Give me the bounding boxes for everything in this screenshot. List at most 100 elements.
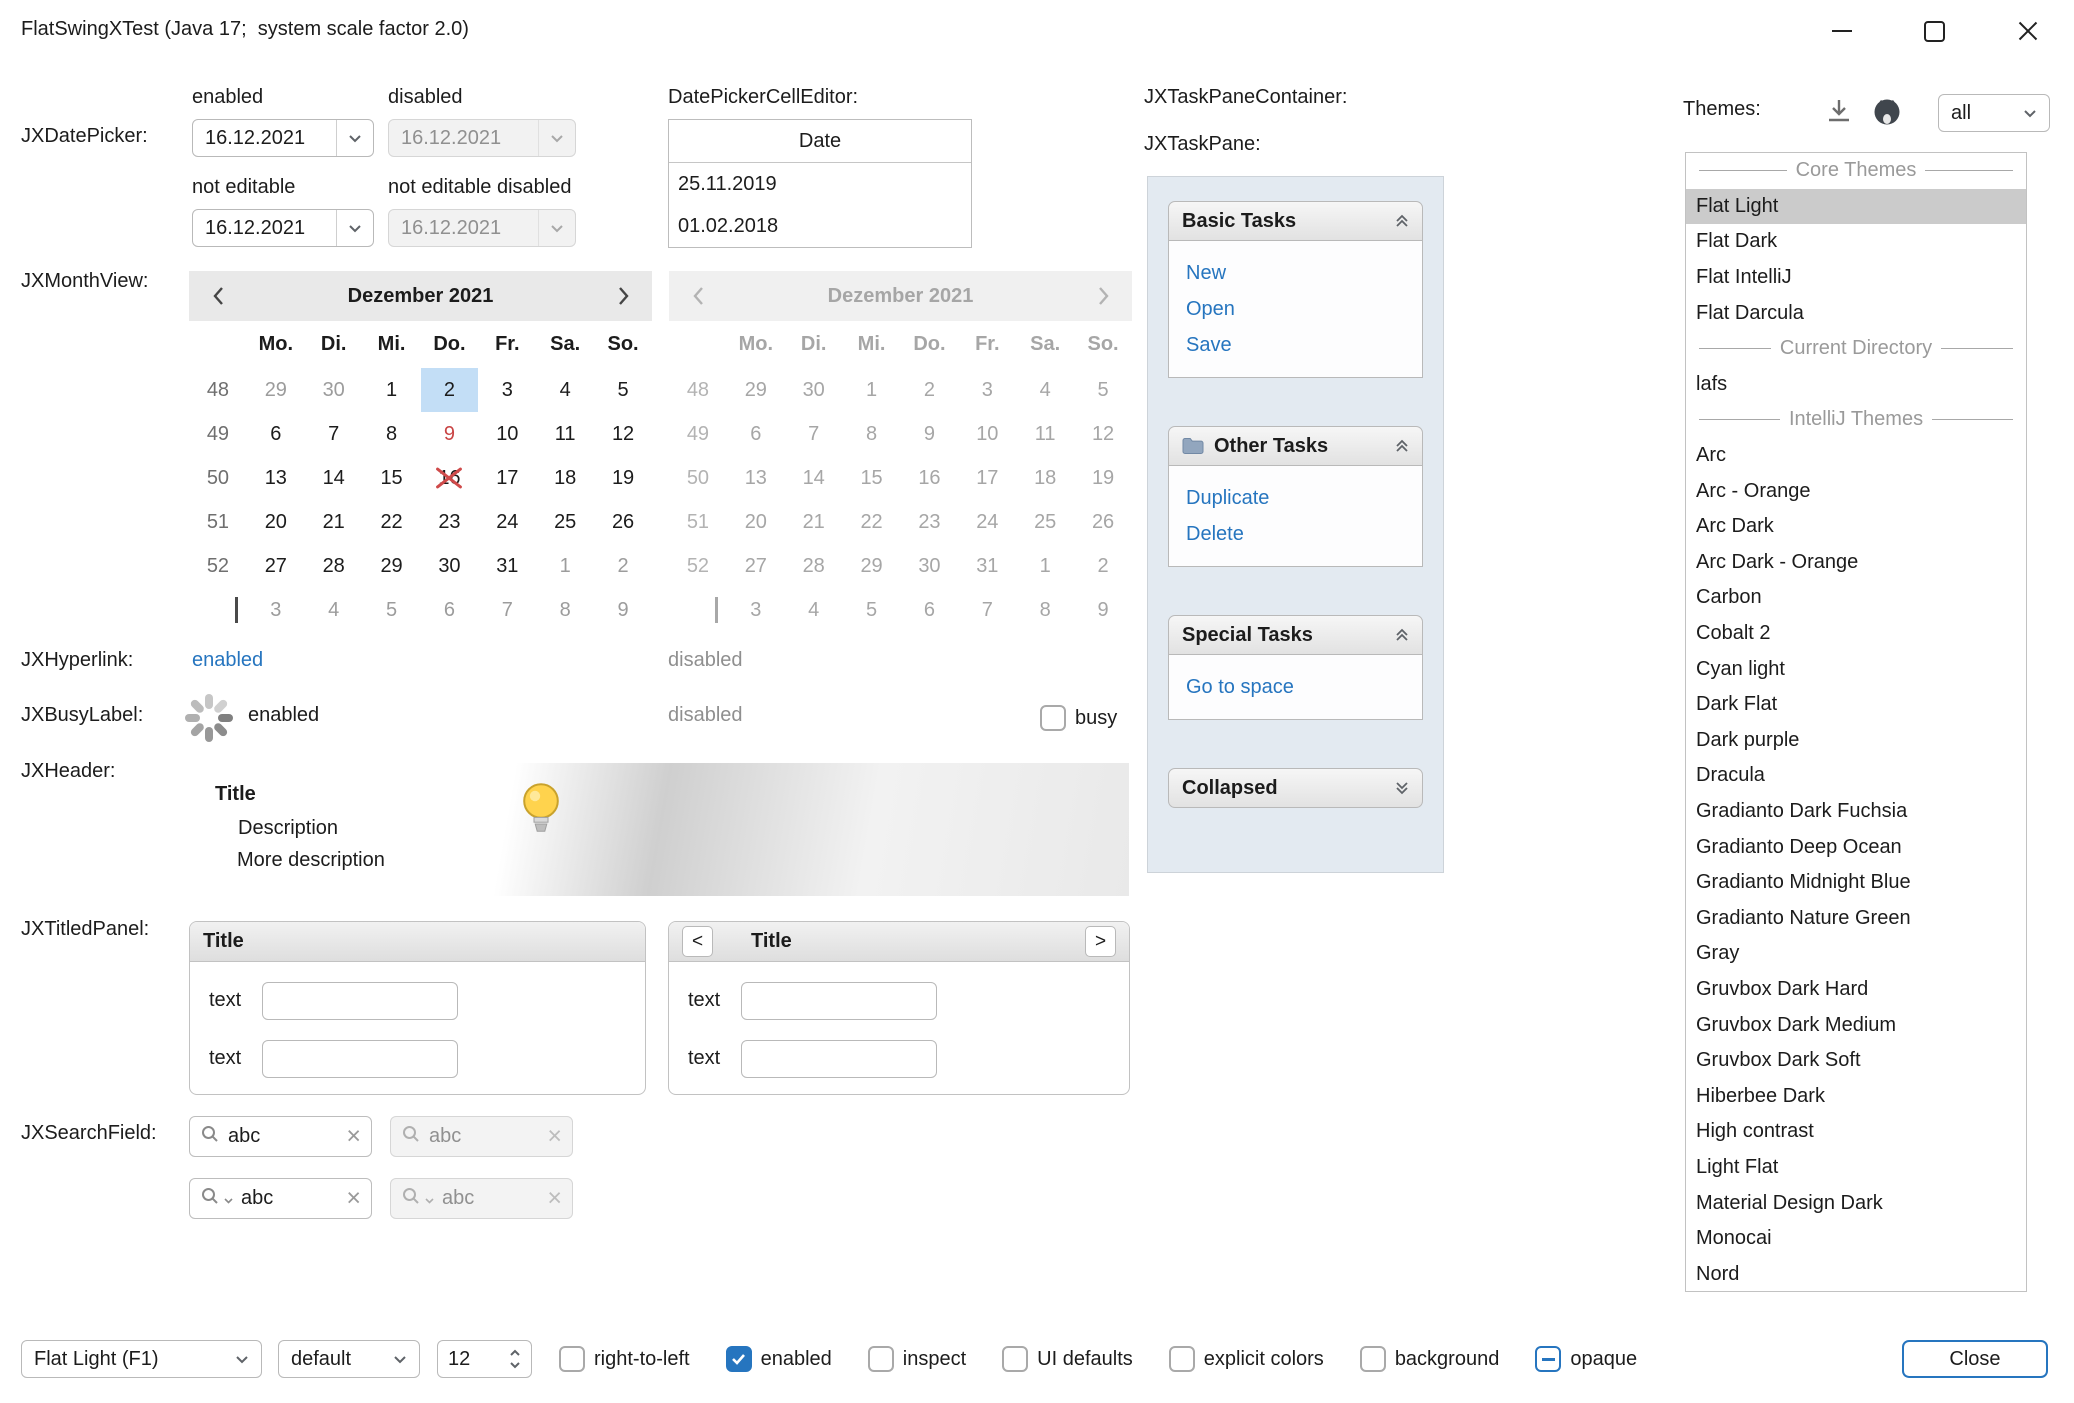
day-cell[interactable]: 13 [247,456,305,500]
day-cell[interactable]: 19 [594,456,652,500]
day-cell[interactable]: 11 [1016,412,1074,456]
taskpane-action-link[interactable]: New [1186,255,1405,291]
day-cell[interactable]: 27 [247,544,305,588]
table-row[interactable]: 25.11.2019 [669,163,971,205]
day-cell[interactable]: 3 [958,368,1016,412]
day-cell[interactable]: 3 [478,368,536,412]
theme-list-item[interactable]: Gruvbox Dark Medium [1686,1007,2026,1043]
theme-list-item[interactable]: Dracula [1686,758,2026,794]
day-cell[interactable]: 9 [421,412,479,456]
day-cell[interactable]: 1 [1016,544,1074,588]
previous-month-button[interactable] [669,285,727,307]
day-cell[interactable]: 15 [363,456,421,500]
day-cell[interactable]: 7 [478,588,536,632]
font-size-spinner[interactable]: 12 [437,1340,532,1378]
day-cell[interactable]: 8 [843,412,901,456]
titled-panel-right-button[interactable]: > [1085,926,1116,957]
theme-list-item[interactable]: Dark purple [1686,723,2026,759]
theme-list-item[interactable]: Arc - Orange [1686,473,2026,509]
option-checkbox[interactable]: inspect [868,1346,966,1372]
theme-list-item[interactable]: Flat Light [1686,189,2026,225]
day-cell[interactable]: 14 [305,456,363,500]
day-cell[interactable]: 22 [843,500,901,544]
day-cell[interactable]: 29 [247,368,305,412]
theme-list-item[interactable]: Gray [1686,936,2026,972]
close-window-button[interactable] [1981,0,2074,62]
theme-list-item[interactable]: Gradianto Nature Green [1686,900,2026,936]
text-field-1[interactable] [741,982,937,1020]
day-cell[interactable]: 18 [536,456,594,500]
checkbox-box[interactable] [1002,1346,1028,1372]
day-cell[interactable]: 1 [363,368,421,412]
day-cell[interactable]: 23 [421,500,479,544]
day-cell[interactable]: 8 [1016,588,1074,632]
text-field-2[interactable] [262,1040,458,1078]
taskpane-title-bar[interactable]: Other Tasks [1168,426,1423,466]
clear-search-icon[interactable]: × [346,1186,361,1211]
option-checkbox[interactable]: enabled [726,1346,832,1372]
theme-list-item[interactable]: Material Design Dark [1686,1185,2026,1221]
theme-list-item[interactable]: Nord [1686,1256,2026,1292]
option-checkbox[interactable]: opaque [1535,1346,1637,1372]
theme-list-item[interactable]: Flat Darcula [1686,295,2026,331]
theme-list-item[interactable]: Gruvbox Dark Soft [1686,1043,2026,1079]
day-cell[interactable]: 6 [421,588,479,632]
day-cell[interactable]: 4 [536,368,594,412]
taskpane-action-link[interactable]: Open [1186,291,1405,327]
day-cell[interactable]: 6 [901,588,959,632]
theme-list-item[interactable]: Hiberbee Dark [1686,1078,2026,1114]
taskpane-title-bar[interactable]: Collapsed [1168,768,1423,808]
next-month-button[interactable] [1074,285,1132,307]
busy-checkbox[interactable]: busy [1040,705,1117,731]
day-cell[interactable]: 5 [363,588,421,632]
laf-combo[interactable]: Flat Light (F1) [21,1340,262,1378]
day-cell[interactable]: 27 [727,544,785,588]
day-cell[interactable]: 2 [901,368,959,412]
day-cell[interactable]: 28 [785,544,843,588]
day-cell[interactable]: 30 [305,368,363,412]
day-cell[interactable]: 12 [1074,412,1132,456]
checkbox-box[interactable] [1360,1346,1386,1372]
datepicker-dropdown-button[interactable] [336,120,373,156]
download-themes-icon[interactable] [1824,96,1854,126]
datepicker-dropdown-button[interactable] [336,210,373,246]
style-combo[interactable]: default [278,1340,420,1378]
search-field-dropdown-enabled[interactable]: abc × [189,1178,372,1219]
day-cell[interactable]: 25 [1016,500,1074,544]
taskpane-title-bar[interactable]: Special Tasks [1168,615,1423,655]
day-cell[interactable]: 16 [421,456,479,500]
next-month-button[interactable] [594,285,652,307]
themes-filter-combo[interactable]: all [1938,94,2050,132]
theme-list-item[interactable]: Current Directory [1686,331,2026,367]
day-cell[interactable]: 4 [1016,368,1074,412]
day-cell[interactable]: 16 [901,456,959,500]
theme-list-item[interactable]: Arc [1686,438,2026,474]
day-cell[interactable]: 1 [536,544,594,588]
theme-list-item[interactable]: Carbon [1686,580,2026,616]
checkbox-box[interactable] [559,1346,585,1372]
theme-list-item[interactable]: Monocai [1686,1221,2026,1257]
day-cell[interactable]: 24 [478,500,536,544]
theme-list-item[interactable]: Gradianto Deep Ocean [1686,829,2026,865]
theme-list-item[interactable]: Cobalt 2 [1686,616,2026,652]
search-field-enabled[interactable]: abc × [189,1116,372,1157]
day-cell[interactable]: 8 [536,588,594,632]
day-cell[interactable]: 17 [958,456,1016,500]
day-cell[interactable]: 7 [958,588,1016,632]
taskpane-action-link[interactable]: Save [1186,327,1405,363]
option-checkbox[interactable]: background [1360,1346,1500,1372]
theme-list-item[interactable]: High contrast [1686,1114,2026,1150]
checkbox-box[interactable] [868,1346,894,1372]
theme-list-item[interactable]: Gradianto Dark Fuchsia [1686,794,2026,830]
day-cell[interactable]: 6 [727,412,785,456]
day-cell[interactable]: 10 [958,412,1016,456]
maximize-button[interactable] [1888,0,1981,62]
checkbox-box[interactable] [1040,705,1066,731]
checkbox-box[interactable] [1169,1346,1195,1372]
day-cell[interactable]: 26 [1074,500,1132,544]
day-cell[interactable]: 28 [305,544,363,588]
previous-month-button[interactable] [189,285,247,307]
spinner-down-icon[interactable] [509,1361,521,1369]
taskpane-action-link[interactable]: Go to space [1186,669,1405,705]
day-cell[interactable]: 11 [536,412,594,456]
